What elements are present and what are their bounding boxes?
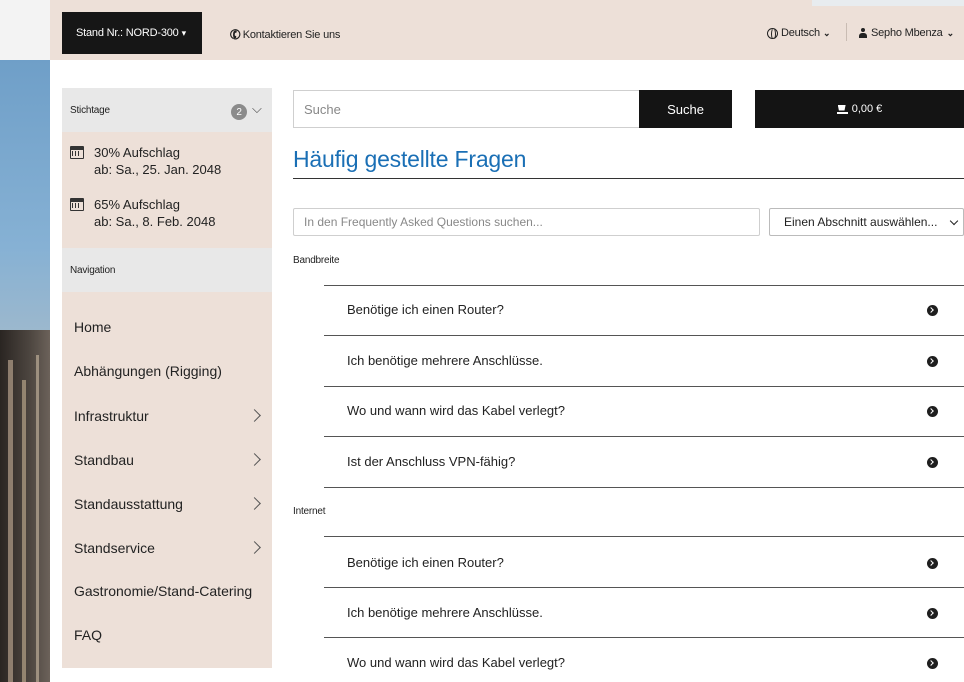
chevron-right-icon[interactable] bbox=[248, 541, 261, 554]
search-button[interactable]: Suche bbox=[639, 90, 732, 128]
calendar-icon bbox=[70, 198, 84, 211]
stand-selector-button[interactable]: Stand Nr.: NORD-300 ▾ bbox=[62, 12, 202, 54]
faq-divider bbox=[324, 436, 964, 437]
faq-question[interactable]: Ich benötige mehrere Anschlüsse. bbox=[347, 353, 543, 368]
language-selector[interactable]: Deutsch ⌄ bbox=[767, 27, 831, 40]
page-title: Häufig gestellte Fragen bbox=[293, 146, 527, 172]
chevron-circle-right-icon[interactable] bbox=[927, 305, 938, 316]
faq-group-label: Internet bbox=[293, 506, 326, 517]
cart-total: 0,00 € bbox=[851, 103, 883, 115]
search-input[interactable]: Suche bbox=[293, 90, 639, 128]
chevron-circle-right-icon[interactable] bbox=[927, 457, 938, 468]
deadline-surcharge: 30% Aufschlag bbox=[94, 145, 181, 160]
faq-divider bbox=[324, 536, 964, 537]
chevron-right-icon[interactable] bbox=[248, 453, 261, 466]
contact-link[interactable]: ✆ Kontaktieren Sie uns bbox=[227, 25, 341, 44]
faq-divider bbox=[324, 587, 964, 588]
faq-question[interactable]: Wo und wann wird das Kabel verlegt? bbox=[347, 403, 565, 418]
deadlines-title: Stichtage bbox=[70, 104, 110, 116]
chevron-circle-right-icon[interactable] bbox=[927, 608, 938, 619]
user-name: Sepho Mbenza bbox=[871, 27, 943, 39]
chevron-circle-right-icon[interactable] bbox=[927, 558, 938, 569]
faq-question[interactable]: Benötige ich einen Router? bbox=[347, 555, 504, 570]
deadline-date: ab: Sa., 8. Feb. 2048 bbox=[94, 214, 216, 229]
sidebar-item-home[interactable]: Home bbox=[74, 319, 111, 335]
user-icon bbox=[859, 28, 867, 38]
navigation-header: Navigation bbox=[62, 248, 272, 292]
sidebar-item-infrastruktur[interactable]: Infrastruktur bbox=[74, 408, 149, 424]
topbar-divider bbox=[846, 23, 847, 41]
cart-button[interactable]: 0,00 € bbox=[755, 90, 964, 128]
sidebar-item-faq[interactable]: FAQ bbox=[74, 627, 102, 643]
globe-icon bbox=[767, 27, 778, 40]
sidebar: Stichtage 2 ⌵ 30% Aufschlag ab: Sa., 25.… bbox=[62, 88, 272, 668]
background-photo bbox=[0, 60, 50, 682]
top-bar-edge bbox=[812, 0, 964, 6]
faq-divider bbox=[324, 487, 964, 488]
section-select[interactable]: Einen Abschnitt auswählen... bbox=[769, 208, 964, 236]
faq-question[interactable]: Ist der Anschluss VPN-fähig? bbox=[347, 454, 515, 469]
chevron-circle-right-icon[interactable] bbox=[927, 658, 938, 669]
deadline-date: ab: Sa., 25. Jan. 2048 bbox=[94, 162, 222, 177]
faq-question[interactable]: Ich benötige mehrere Anschlüsse. bbox=[347, 605, 543, 620]
sidebar-item-standausstattung[interactable]: Standausstattung bbox=[74, 496, 183, 512]
chevron-down-icon bbox=[949, 216, 959, 226]
user-menu[interactable]: Sepho Mbenza ⌄ bbox=[859, 27, 954, 39]
faq-divider bbox=[324, 335, 964, 336]
faq-divider bbox=[324, 637, 964, 638]
calendar-icon bbox=[70, 146, 84, 159]
faq-divider bbox=[324, 285, 964, 286]
sidebar-item-standbau[interactable]: Standbau bbox=[74, 452, 134, 468]
navigation-title: Navigation bbox=[70, 264, 116, 276]
deadline-surcharge: 65% Aufschlag bbox=[94, 197, 181, 212]
faq-divider bbox=[324, 386, 964, 387]
chevron-down-icon: ⌄ bbox=[822, 27, 831, 38]
section-select-value: Einen Abschnitt auswählen... bbox=[784, 215, 938, 229]
deadlines-count-badge: 2 bbox=[231, 104, 247, 120]
contact-label: Kontaktieren Sie uns bbox=[242, 29, 341, 41]
caret-down-icon: ▾ bbox=[181, 27, 187, 38]
chevron-down-icon: ⌵ bbox=[252, 101, 262, 116]
cart-icon bbox=[836, 105, 848, 114]
chevron-circle-right-icon[interactable] bbox=[927, 356, 938, 367]
faq-question[interactable]: Wo und wann wird das Kabel verlegt? bbox=[347, 655, 565, 670]
sidebar-item-standservice[interactable]: Standservice bbox=[74, 540, 155, 556]
stand-selector-label: Stand Nr.: NORD-300 bbox=[76, 27, 179, 39]
deadline-item: 65% Aufschlag ab: Sa., 8. Feb. 2048 bbox=[70, 196, 215, 230]
language-label: Deutsch bbox=[781, 27, 820, 39]
faq-question[interactable]: Benötige ich einen Router? bbox=[347, 302, 504, 317]
sidebar-item-gastronomie[interactable]: Gastronomie/Stand-Catering bbox=[74, 583, 252, 599]
faq-search-input[interactable]: In den Frequently Asked Questions suchen… bbox=[293, 208, 760, 236]
title-divider bbox=[293, 178, 964, 179]
faq-group-label: Bandbreite bbox=[293, 255, 340, 266]
sidebar-item-rigging[interactable]: Abhängungen (Rigging) bbox=[74, 363, 222, 379]
phone-icon: ✆ bbox=[227, 25, 243, 44]
chevron-right-icon[interactable] bbox=[248, 497, 261, 510]
chevron-right-icon[interactable] bbox=[248, 409, 261, 422]
deadlines-header[interactable]: Stichtage 2 ⌵ bbox=[62, 88, 272, 132]
deadline-item: 30% Aufschlag ab: Sa., 25. Jan. 2048 bbox=[70, 144, 221, 178]
chevron-circle-right-icon[interactable] bbox=[927, 406, 938, 417]
chevron-down-icon: ⌄ bbox=[946, 27, 955, 38]
